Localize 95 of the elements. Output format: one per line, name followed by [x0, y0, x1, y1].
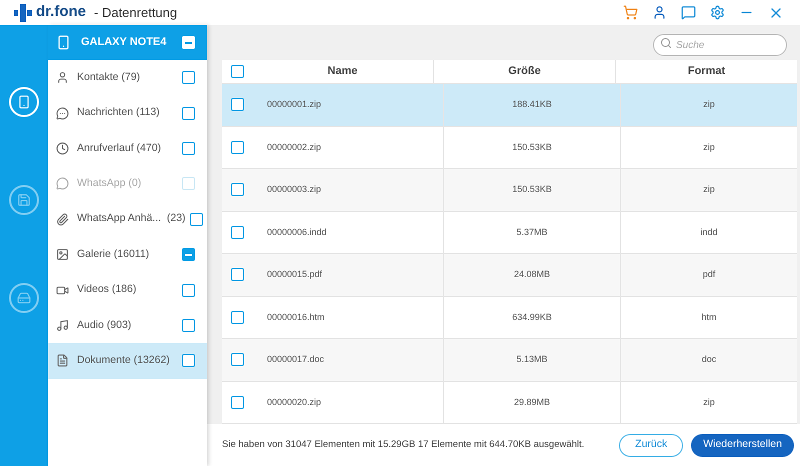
table-cell-text: 00000006.indd: [267, 226, 327, 238]
column-header[interactable]: Format: [688, 63, 726, 80]
category-label: WhatsApp Anhä... (23): [77, 211, 186, 226]
card-recovery-icon[interactable]: [9, 185, 39, 215]
category-item[interactable]: WhatsApp Anhä... (23): [48, 202, 207, 237]
phone-recovery-icon[interactable]: [9, 87, 39, 117]
table-cell: 00000020.zip: [267, 396, 322, 409]
checkbox[interactable]: [230, 98, 244, 112]
window-title: - Datenrettung: [94, 4, 178, 22]
table-row[interactable]: 00000015.pdf 24.08MB pdf: [222, 254, 797, 296]
category-item[interactable]: Audio (903): [48, 308, 207, 344]
category-label: Videos (186): [77, 282, 136, 298]
paperclip-icon: [56, 212, 69, 226]
document-icon: [56, 354, 69, 368]
table-row[interactable]: 00000006.indd 5.37MB indd: [222, 212, 797, 254]
category-item[interactable]: Galerie (16011): [48, 236, 207, 272]
table-cell-text: pdf: [702, 268, 716, 281]
checkbox[interactable]: [230, 396, 244, 409]
table-cell-text: 24.08MB: [514, 268, 550, 281]
table-cell-text: 00000016.htm: [267, 310, 325, 324]
table-cell-text: doc: [702, 353, 716, 366]
checkbox[interactable]: [230, 226, 244, 239]
clock-icon: [56, 142, 69, 155]
category-label: Anrufverlauf (470): [77, 140, 162, 156]
speech-bubble-icon: [56, 177, 69, 190]
table-cell: zip: [703, 140, 715, 154]
brand-name: dr.fone: [36, 2, 86, 22]
checkbox[interactable]: [230, 65, 244, 78]
table-cell-text: 188.41KB: [512, 98, 552, 111]
category-label: Dokumente (13262): [77, 352, 170, 368]
checkbox[interactable]: [182, 71, 195, 84]
chat-icon[interactable]: [681, 5, 696, 20]
backup-recovery-icon[interactable]: [9, 283, 39, 313]
checkbox[interactable]: [182, 106, 195, 120]
table-cell-text: 00000003.zip: [267, 183, 322, 196]
column-header[interactable]: Größe: [508, 63, 541, 80]
table-row[interactable]: 00000001.zip 188.41KB zip: [222, 84, 797, 126]
checkbox[interactable]: [230, 183, 244, 196]
table-row[interactable]: 00000020.zip 29.89MB zip: [222, 382, 797, 424]
person-icon: [56, 71, 69, 84]
table-cell-text: 150.53KB: [512, 183, 552, 196]
phone-icon: [56, 35, 71, 50]
cart-icon[interactable]: [623, 5, 638, 20]
table-cell-text: htm: [701, 310, 716, 324]
checkbox[interactable]: [182, 248, 195, 262]
table-row[interactable]: 00000002.zip 150.53KB zip: [222, 126, 797, 169]
category-item[interactable]: Anrufverlauf (470): [48, 130, 207, 166]
table-cell-text: 29.89MB: [514, 396, 550, 408]
category-label: WhatsApp (0): [77, 176, 142, 191]
cross-logo-icon: [14, 4, 32, 22]
image-icon: [56, 248, 69, 262]
restore-button[interactable]: Wiederherstellen: [691, 434, 794, 456]
checkbox[interactable]: [182, 284, 195, 297]
table-cell-text: 634.99KB: [512, 310, 552, 324]
table-cell-text: 00000001.zip: [267, 98, 322, 111]
back-button[interactable]: Zurück: [619, 434, 684, 456]
checkbox[interactable]: [230, 310, 244, 324]
checkbox[interactable]: [182, 354, 195, 368]
settings-icon[interactable]: [710, 5, 725, 20]
table-cell-text: zip: [703, 183, 715, 196]
table-cell: zip: [703, 396, 715, 409]
checkbox[interactable]: [182, 142, 195, 155]
category-item[interactable]: Kontakte (79): [48, 60, 207, 96]
table-row[interactable]: 00000016.htm 634.99KB htm: [222, 296, 797, 339]
checkbox[interactable]: [230, 268, 244, 282]
category-item[interactable]: Dokumente (13262): [48, 343, 207, 379]
table-cell-text: 00000017.doc: [267, 353, 324, 366]
column-header[interactable]: Name: [328, 63, 358, 80]
table-row[interactable]: 00000003.zip 150.53KB zip: [222, 169, 797, 212]
table-cell-text: zip: [703, 98, 715, 111]
table-cell-text: 150.53KB: [512, 140, 552, 154]
category-item[interactable]: Nachrichten (113): [48, 95, 207, 131]
user-icon[interactable]: [652, 5, 667, 20]
checkbox[interactable]: [182, 318, 195, 332]
category-label: Audio (903): [77, 318, 132, 333]
music-note-icon: [56, 318, 69, 332]
category-item[interactable]: Videos (186): [48, 272, 207, 308]
checkbox[interactable]: [230, 140, 244, 154]
table-cell-text: indd: [700, 226, 718, 238]
category-label: Nachrichten (113): [77, 105, 160, 120]
table-cell-text: 5.37MB: [516, 226, 548, 238]
table-cell-text: 00000015.pdf: [267, 268, 322, 281]
category-label: Kontakte (79): [77, 70, 140, 85]
search-field[interactable]: Suche: [653, 34, 787, 56]
chat-bubble-icon: [56, 106, 69, 120]
checkbox[interactable]: [230, 353, 244, 366]
table-cell: 00000002.zip: [267, 140, 322, 154]
video-camera-icon: [56, 284, 69, 297]
table-row[interactable]: 00000017.doc 5.13MB doc: [222, 339, 797, 382]
checkbox[interactable]: [190, 212, 203, 226]
device-name: GALAXY NOTE4: [81, 35, 166, 50]
search-icon: [660, 36, 672, 48]
category-label: Galerie (16011): [77, 246, 150, 262]
table-cell-text: 5.13MB: [516, 353, 548, 366]
selection-summary: Sie haben von 31047 Elementen mit 15.29GB 17 Elemente mit 644.70KB ausgewählt.: [222, 438, 584, 452]
